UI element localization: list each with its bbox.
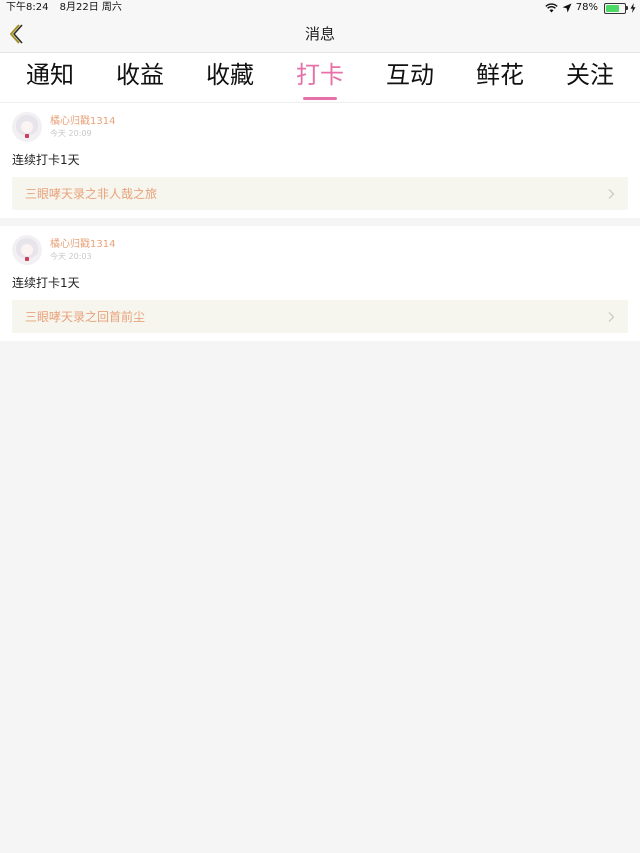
username[interactable]: 橘心归戳1314 (50, 238, 115, 251)
tab-flowers[interactable]: 鲜花 (464, 53, 536, 102)
status-date: 8月22日 周六 (59, 2, 122, 13)
avatar-face (21, 121, 33, 133)
battery-fill (606, 4, 620, 12)
message-list: 橘心归戳1314 今天 20:09 连续打卡1天 三眼哮天录之非人哉之旅 橘心归戳131… (0, 103, 640, 341)
status-time: 下午8:24 (6, 2, 49, 13)
tab-label: 鲜花 (476, 61, 524, 89)
active-tab-indicator (303, 97, 337, 100)
avatar-bow (25, 257, 29, 261)
navigation-bar: 消息 (0, 16, 640, 53)
list-item: 橘心归戳1314 今天 20:09 连续打卡1天三眼哮天录之非人哉之旅 (0, 103, 640, 218)
status-right: 78% (545, 0, 636, 16)
tab-bar: 通知 收益 收藏 打卡 互动 鲜花 关注 (0, 53, 640, 103)
tab-favorites[interactable]: 收藏 (194, 53, 266, 102)
charging-icon (630, 3, 636, 13)
status-bar: 下午8:24 8月22日 周六 78% (0, 0, 640, 16)
novel-link[interactable]: 三眼哮天录之非人哉之旅 (12, 177, 628, 210)
tab-following[interactable]: 关注 (554, 53, 626, 102)
novel-title: 三眼哮天录之非人哉之旅 (25, 187, 158, 201)
avatar[interactable] (12, 112, 42, 142)
tab-label: 收藏 (206, 61, 254, 89)
chevron-left-icon (10, 24, 23, 44)
tab-checkin[interactable]: 打卡 (284, 53, 356, 102)
battery-percent: 78% (575, 2, 598, 13)
chevron-right-icon (608, 311, 615, 322)
battery-icon (604, 2, 628, 14)
tab-label: 打卡 (296, 61, 344, 89)
timestamp: 今天 20:09 (50, 129, 92, 138)
status-left: 下午8:24 8月22日 周六 (6, 0, 130, 16)
page-title: 消息 (304, 25, 335, 43)
message-content: 连续打卡1天 (12, 276, 80, 290)
item-meta: 橘心归戳1314 今天 20:03 (50, 238, 115, 262)
username[interactable]: 橘心归戳1314 (50, 115, 115, 128)
tab-interaction[interactable]: 互动 (374, 53, 446, 102)
item-header: 橘心归戳1314 今天 20:09 (12, 109, 628, 145)
tab-label: 互动 (386, 61, 434, 89)
wifi-icon (545, 3, 558, 13)
avatar[interactable] (12, 235, 42, 265)
tab-earnings[interactable]: 收益 (104, 53, 176, 102)
tab-label: 通知 (26, 61, 74, 89)
chevron-right-icon (608, 188, 615, 199)
item-header: 橘心归戳1314 今天 20:03 (12, 232, 628, 268)
novel-title: 三眼哮天录之回首前尘 (25, 310, 146, 324)
item-meta: 橘心归戳1314 今天 20:09 (50, 115, 115, 139)
avatar-face (21, 244, 33, 256)
location-arrow-icon (562, 3, 572, 13)
tab-notice[interactable]: 通知 (14, 53, 86, 102)
message-content: 连续打卡1天 (12, 153, 80, 167)
list-item: 橘心归戳1314 今天 20:03 连续打卡1天三眼哮天录之回首前尘 (0, 226, 640, 341)
back-button[interactable] (6, 22, 28, 46)
novel-link[interactable]: 三眼哮天录之回首前尘 (12, 300, 628, 333)
avatar-bow (25, 134, 29, 138)
timestamp: 今天 20:03 (50, 252, 92, 261)
tab-label: 关注 (566, 61, 614, 89)
tab-label: 收益 (116, 61, 164, 89)
